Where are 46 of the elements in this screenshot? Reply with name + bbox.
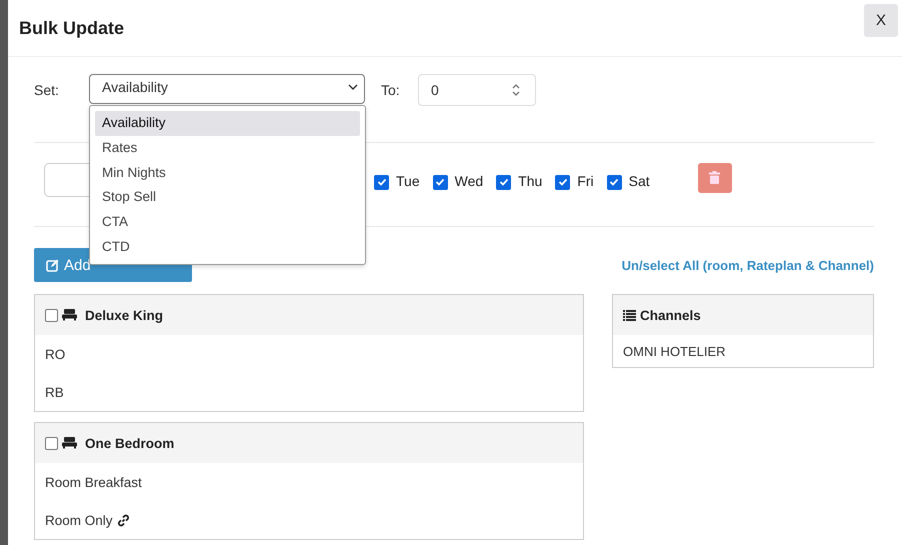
day-checkbox[interactable] bbox=[606, 174, 622, 190]
checkmark-icon bbox=[435, 177, 446, 187]
day-checkbox[interactable] bbox=[496, 174, 512, 190]
dropdown-option[interactable]: Availability bbox=[95, 111, 360, 136]
checkmark-icon bbox=[498, 177, 509, 187]
checkmark-icon bbox=[558, 177, 568, 187]
day-checkbox[interactable] bbox=[374, 174, 389, 190]
channels-title: Channels bbox=[640, 308, 701, 322]
field-select[interactable]: Availability bbox=[89, 74, 365, 104]
day-label: Thu bbox=[518, 172, 542, 188]
day-label: Sat bbox=[628, 172, 650, 188]
dropdown-option[interactable]: Min Nights bbox=[95, 160, 360, 186]
close-button[interactable]: X bbox=[864, 4, 898, 37]
checkmark-icon bbox=[609, 177, 620, 187]
modal-title: Bulk Update bbox=[19, 18, 124, 39]
day-checkbox[interactable] bbox=[432, 174, 448, 190]
list-icon bbox=[623, 310, 636, 320]
room-name: Deluxe King bbox=[85, 308, 164, 322]
dropdown-option[interactable]: CTA bbox=[95, 210, 360, 235]
checkmark-icon bbox=[376, 177, 386, 187]
unselect-all-link[interactable]: Un/select All (room, Rateplan & Channel) bbox=[622, 258, 874, 272]
day-label: Fri bbox=[577, 172, 594, 188]
room-checkbox[interactable] bbox=[45, 436, 58, 450]
channel-name: OMNI HOTELIER bbox=[623, 344, 726, 358]
to-label: To: bbox=[381, 82, 401, 98]
rateplan-name: RB bbox=[45, 384, 64, 400]
rateplan-name: Room Breakfast bbox=[45, 474, 142, 490]
trash-icon bbox=[709, 171, 720, 184]
chevron-down-icon bbox=[348, 84, 358, 90]
spinner-icon bbox=[511, 82, 521, 98]
dropdown-option[interactable]: Rates bbox=[95, 136, 360, 161]
bed-icon bbox=[62, 309, 77, 321]
day-label: Tue bbox=[396, 172, 420, 188]
day-checkbox[interactable] bbox=[555, 174, 570, 190]
select-value: Availability bbox=[102, 79, 168, 95]
room-name: One Bedroom bbox=[85, 436, 174, 450]
rateplan-name: RO bbox=[45, 346, 66, 362]
number-input[interactable]: 0 bbox=[418, 74, 536, 106]
set-label: Set: bbox=[34, 82, 60, 98]
bed-icon bbox=[62, 437, 77, 449]
room-checkbox[interactable] bbox=[45, 308, 58, 322]
day-label: Wed bbox=[454, 172, 484, 188]
delete-button[interactable] bbox=[698, 162, 732, 192]
rateplan-name: Room Only bbox=[45, 512, 113, 528]
edit-icon bbox=[46, 258, 59, 272]
dropdown-option[interactable]: Stop Sell bbox=[95, 185, 360, 210]
